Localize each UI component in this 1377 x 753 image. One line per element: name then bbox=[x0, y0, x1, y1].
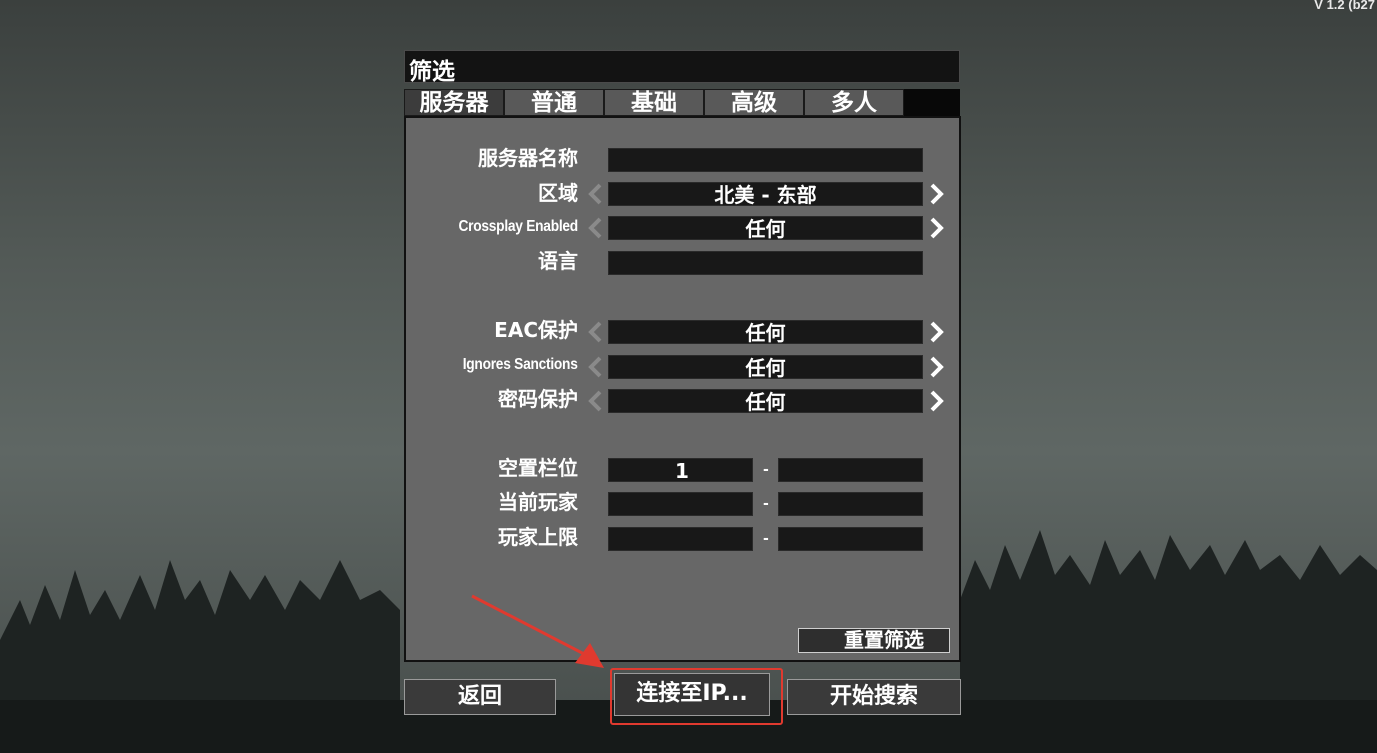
region-label: 区域 bbox=[538, 181, 578, 205]
region-prev-button[interactable] bbox=[586, 182, 604, 206]
chevron-right-icon bbox=[930, 321, 944, 343]
tab-bar: 服务器 普通 基础 高级 多人 bbox=[404, 89, 960, 116]
language-label: 语言 bbox=[538, 249, 578, 273]
tab-server[interactable]: 服务器 bbox=[404, 89, 504, 116]
crossplay-label: Crossplay Enabled bbox=[458, 218, 579, 235]
crossplay-prev-button[interactable] bbox=[586, 216, 604, 240]
chevron-right-icon bbox=[930, 356, 944, 378]
range-separator: - bbox=[763, 462, 769, 478]
chevron-left-icon bbox=[588, 390, 602, 412]
eac-prev-button[interactable] bbox=[586, 320, 604, 344]
sanctions-label: Ignores Sanctions bbox=[463, 356, 578, 373]
password-value: 任何 bbox=[608, 389, 923, 414]
eac-label: EAC保护 bbox=[494, 318, 578, 342]
current-players-min-input[interactable] bbox=[608, 492, 753, 516]
max-players-max-input[interactable] bbox=[778, 527, 923, 551]
chevron-left-icon bbox=[588, 356, 602, 378]
chevron-right-icon bbox=[930, 183, 944, 205]
sanctions-value: 任何 bbox=[608, 355, 923, 380]
filter-title-bar: 筛选 bbox=[404, 50, 960, 85]
range-separator: - bbox=[763, 496, 769, 512]
eac-value: 任何 bbox=[608, 320, 923, 345]
chevron-left-icon bbox=[588, 183, 602, 205]
crossplay-next-button[interactable] bbox=[928, 216, 946, 240]
eac-next-button[interactable] bbox=[928, 320, 946, 344]
current-players-max-input[interactable] bbox=[778, 492, 923, 516]
region-value: 北美 - 东部 bbox=[608, 182, 923, 207]
free-slots-min-input[interactable]: 1 bbox=[608, 458, 753, 483]
language-input[interactable] bbox=[608, 251, 923, 275]
range-separator: - bbox=[763, 531, 769, 547]
password-prev-button[interactable] bbox=[586, 389, 604, 413]
chevron-left-icon bbox=[588, 217, 602, 239]
back-button[interactable]: 返回 bbox=[404, 679, 556, 715]
version-label: V 1.2 (b27 bbox=[1314, 0, 1375, 12]
server-name-input[interactable] bbox=[608, 148, 923, 172]
chevron-right-icon bbox=[930, 390, 944, 412]
sanctions-prev-button[interactable] bbox=[586, 355, 604, 379]
crossplay-value: 任何 bbox=[608, 216, 923, 241]
free-slots-max-input[interactable] bbox=[778, 458, 923, 482]
free-slots-label: 空置栏位 bbox=[498, 456, 578, 480]
max-players-label: 玩家上限 bbox=[498, 525, 578, 549]
tab-advanced[interactable]: 高级 bbox=[704, 89, 804, 116]
current-players-label: 当前玩家 bbox=[498, 490, 578, 514]
chevron-right-icon bbox=[930, 217, 944, 239]
server-name-label: 服务器名称 bbox=[478, 146, 578, 170]
tab-general[interactable]: 普通 bbox=[504, 89, 604, 116]
chevron-left-icon bbox=[588, 321, 602, 343]
connect-to-ip-button[interactable]: 连接至IP... bbox=[614, 673, 770, 716]
max-players-min-input[interactable] bbox=[608, 527, 753, 551]
password-label: 密码保护 bbox=[498, 387, 578, 411]
reset-filter-button[interactable]: 重置筛选 bbox=[798, 628, 950, 653]
region-next-button[interactable] bbox=[928, 182, 946, 206]
password-next-button[interactable] bbox=[928, 389, 946, 413]
start-search-button[interactable]: 开始搜索 bbox=[787, 679, 961, 715]
page-title: 筛选 bbox=[409, 59, 455, 85]
sanctions-next-button[interactable] bbox=[928, 355, 946, 379]
tab-basic[interactable]: 基础 bbox=[604, 89, 704, 116]
tab-multiplayer[interactable]: 多人 bbox=[804, 89, 904, 116]
